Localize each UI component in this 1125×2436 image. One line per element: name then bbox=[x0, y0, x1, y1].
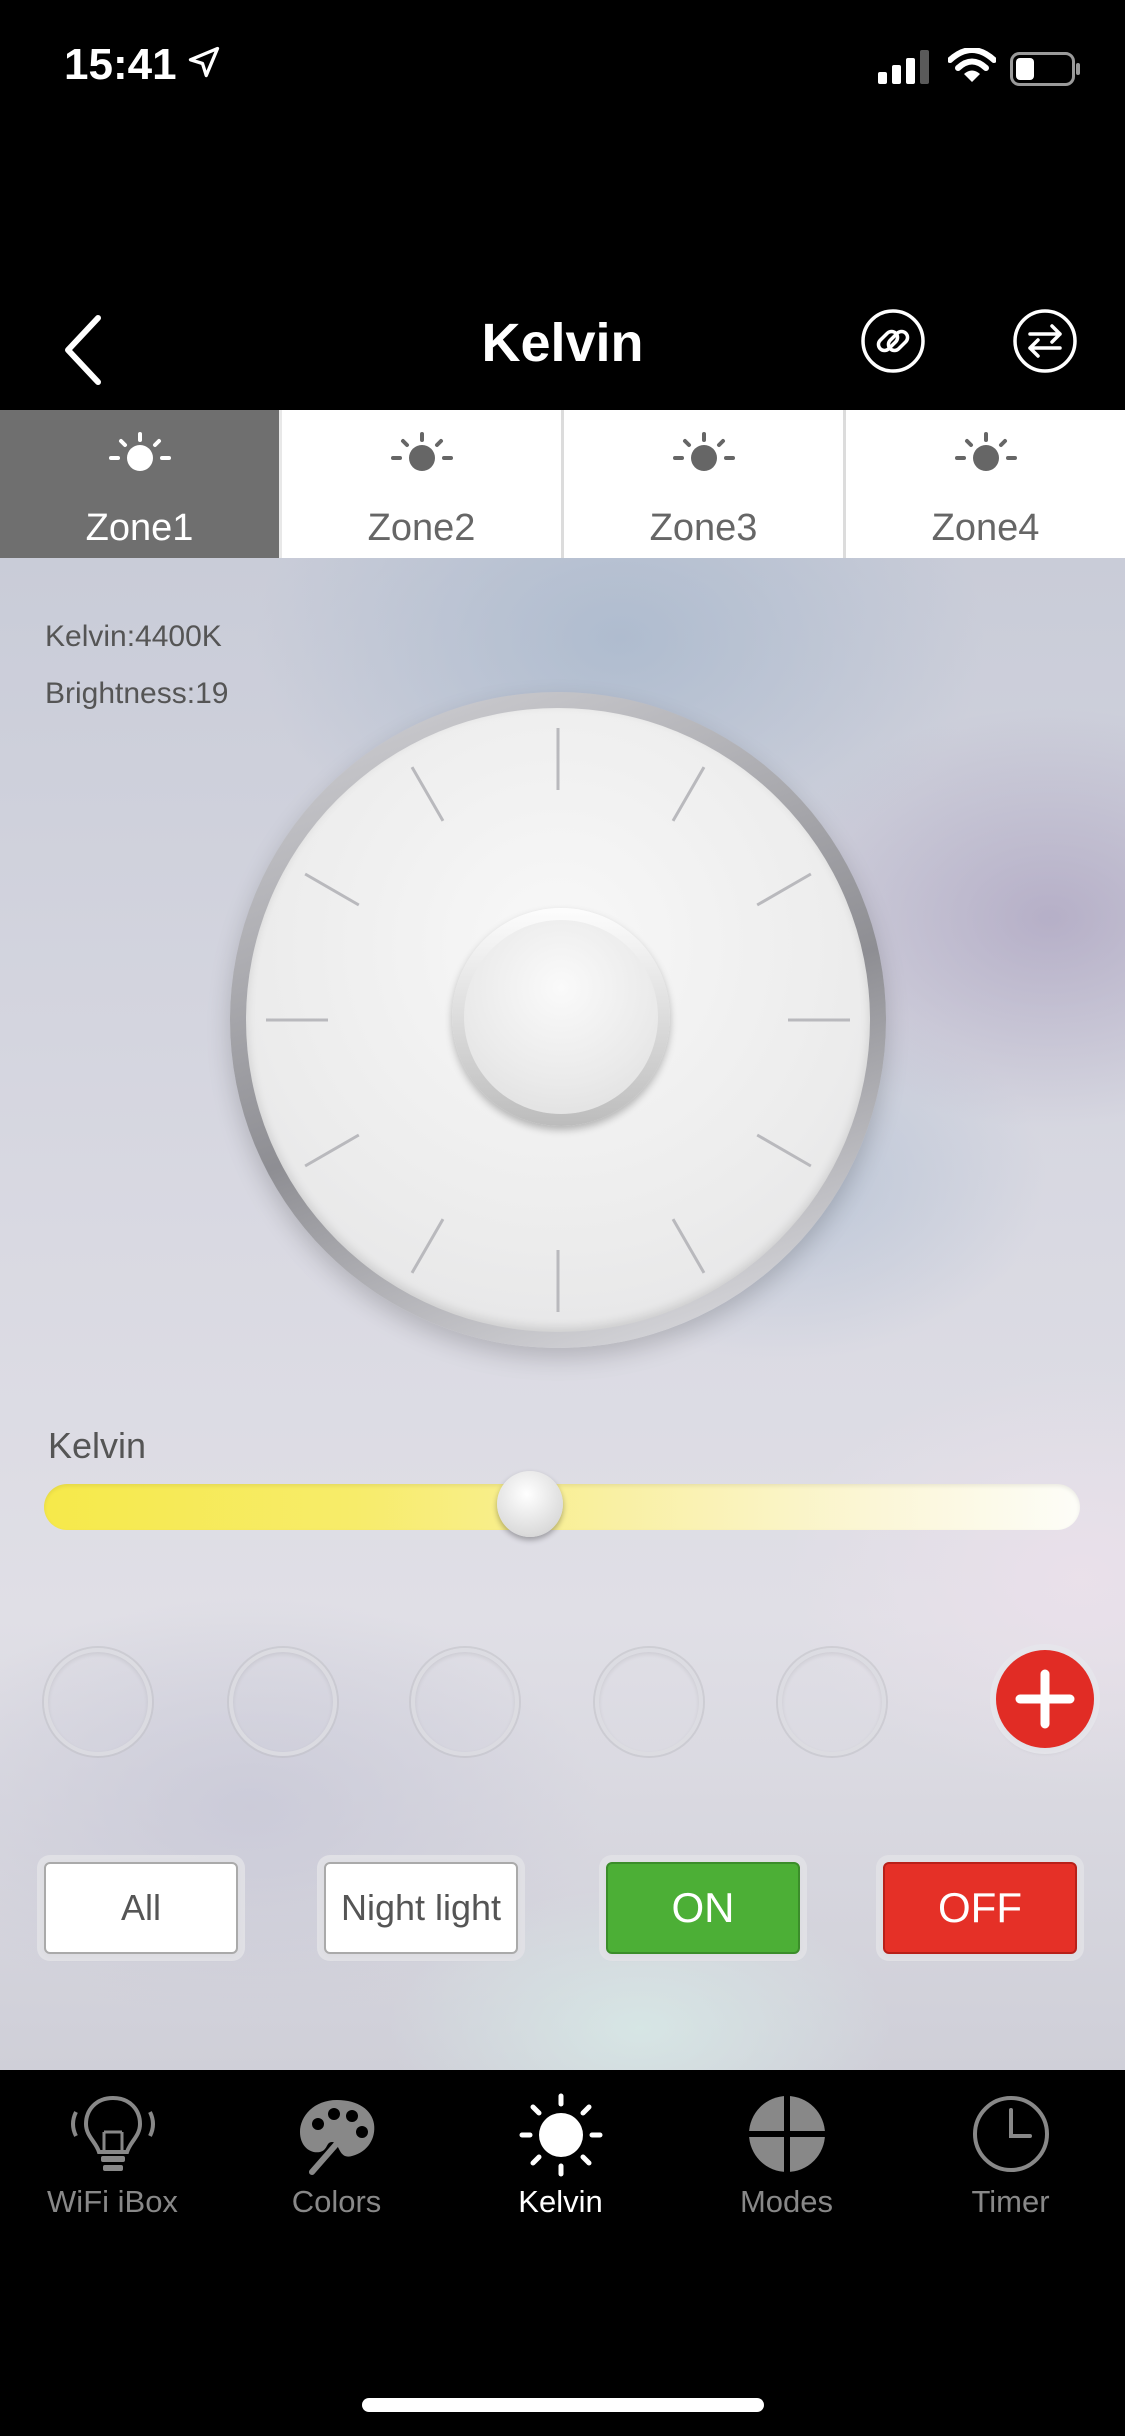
tab-label: Timer bbox=[971, 2184, 1050, 2219]
bulb-icon bbox=[70, 2095, 155, 2171]
tab-wifi-ibox[interactable]: WiFi iBox bbox=[0, 2088, 225, 2220]
preset-slot-4[interactable] bbox=[595, 1648, 703, 1756]
location-arrow-icon bbox=[188, 46, 220, 78]
link-icon[interactable] bbox=[860, 308, 926, 374]
sun-icon bbox=[954, 432, 1017, 471]
status-bar: 15:41 bbox=[0, 0, 1125, 140]
night-light-button[interactable]: Night light bbox=[324, 1862, 518, 1954]
modes-icon bbox=[748, 2096, 825, 2172]
zone-tabs: Zone1 Zone2 Zone3 Zone4 bbox=[0, 410, 1125, 558]
tab-zone3[interactable]: Zone3 bbox=[564, 410, 846, 558]
sun-icon bbox=[390, 432, 453, 471]
kelvin-slider-thumb[interactable] bbox=[497, 1471, 563, 1537]
battery-icon bbox=[1010, 52, 1080, 86]
zone-label: Zone4 bbox=[931, 507, 1040, 549]
preset-slot-2[interactable] bbox=[229, 1648, 337, 1756]
dial-tick bbox=[756, 872, 812, 907]
dial-tick bbox=[410, 766, 445, 822]
tab-label: Colors bbox=[291, 2184, 382, 2219]
tab-label: Modes bbox=[739, 2184, 834, 2219]
dial-center-knob[interactable] bbox=[452, 908, 670, 1126]
tab-kelvin[interactable]: Kelvin bbox=[448, 2088, 673, 2220]
tab-zone1[interactable]: Zone1 bbox=[0, 410, 282, 558]
tab-label: Kelvin bbox=[518, 2184, 603, 2219]
zone-label: Zone3 bbox=[649, 507, 758, 549]
tab-colors[interactable]: Colors bbox=[224, 2088, 449, 2220]
dial-tick bbox=[410, 1218, 445, 1274]
swap-arrows-icon[interactable] bbox=[1012, 308, 1078, 374]
tab-modes[interactable]: Modes bbox=[674, 2088, 899, 2220]
tab-zone4[interactable]: Zone4 bbox=[846, 410, 1125, 558]
preset-slot-5[interactable] bbox=[778, 1648, 886, 1756]
dial-tick bbox=[671, 766, 706, 822]
plus-icon bbox=[1015, 1669, 1075, 1729]
on-button[interactable]: ON bbox=[606, 1862, 800, 1954]
status-time: 15:41 bbox=[64, 40, 177, 89]
dial-tick bbox=[304, 872, 360, 907]
dial-tick bbox=[756, 1133, 812, 1168]
page-title: Kelvin bbox=[481, 313, 644, 373]
all-button[interactable]: All bbox=[44, 1862, 238, 1954]
cellular-signal-icon bbox=[878, 50, 929, 84]
tab-zone2[interactable]: Zone2 bbox=[282, 410, 564, 558]
palette-icon bbox=[299, 2100, 374, 2175]
preset-slot-1[interactable] bbox=[44, 1648, 152, 1756]
brightness-readout: Brightness:19 bbox=[45, 677, 229, 710]
add-preset-button[interactable] bbox=[996, 1650, 1094, 1748]
kelvin-readout: Kelvin:4400K bbox=[45, 620, 222, 653]
tab-label: WiFi iBox bbox=[47, 2184, 178, 2219]
nav-bar: Kelvin bbox=[0, 290, 1125, 410]
sun-icon bbox=[519, 2093, 602, 2177]
dial-tick bbox=[671, 1218, 706, 1274]
clock-icon bbox=[972, 2096, 1049, 2172]
home-indicator[interactable] bbox=[362, 2398, 764, 2412]
zone-label: Zone2 bbox=[367, 507, 476, 549]
zone-label: Zone1 bbox=[85, 507, 194, 549]
knob-face bbox=[464, 920, 658, 1114]
dial-tick bbox=[304, 1133, 360, 1168]
wifi-icon bbox=[948, 48, 996, 82]
tab-timer[interactable]: Timer bbox=[898, 2088, 1123, 2220]
off-button[interactable]: OFF bbox=[883, 1862, 1077, 1954]
sun-icon bbox=[672, 432, 735, 471]
kelvin-slider-label: Kelvin bbox=[48, 1425, 147, 1466]
bottom-tab-bar: WiFi iBox Colors Kelvin Modes Timer bbox=[0, 2070, 1125, 2436]
sun-icon bbox=[108, 432, 171, 471]
preset-slot-3[interactable] bbox=[411, 1648, 519, 1756]
